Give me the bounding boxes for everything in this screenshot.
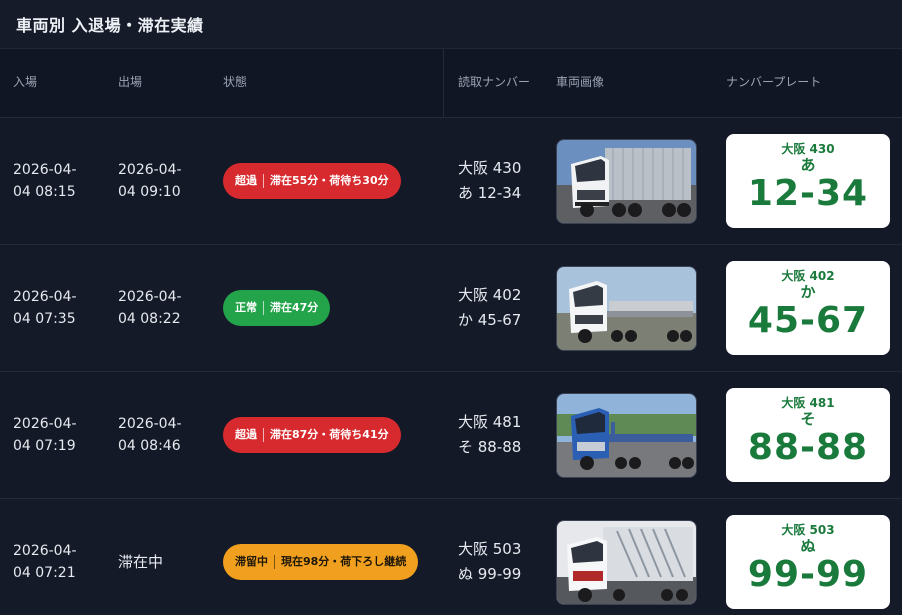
truck-photo: [557, 521, 696, 604]
entry-date-text: 2026-04-: [13, 542, 77, 559]
table-row[interactable]: 2026-04- 04 07:21 滞在中 滞留中 現在98分・荷下ろし継続 大阪 …: [0, 499, 902, 615]
read-number: 大阪 430 あ 12-34: [458, 118, 521, 244]
read-number-line2: そ 88-88: [458, 438, 522, 456]
plate-number: 12-34: [747, 173, 869, 214]
table-row[interactable]: 2026-04- 04 08:15 2026-04- 04 09:10 超過 滞在55…: [0, 118, 902, 245]
plate-kana: そ: [800, 410, 816, 428]
status-cell: 超過 滞在87分・荷待ち41分: [223, 372, 401, 498]
entry-time-text: 04 07:19: [13, 438, 76, 454]
status-cell: 滞留中 現在98分・荷下ろし継続: [223, 499, 419, 615]
table-header: 入場 出場 状態 読取ナンバー 車両画像 ナンバープレート: [0, 49, 902, 118]
status-badge: 正常 滞在47分: [223, 290, 331, 326]
status-detail: 滞在87分・荷待ち41分: [270, 428, 389, 442]
vehicle-image[interactable]: [556, 520, 697, 605]
status-detail: 滞在47分: [270, 301, 319, 315]
read-number-line2: か 45-67: [458, 311, 522, 329]
status-badge: 滞留中 現在98分・荷下ろし継続: [223, 544, 419, 580]
plate-number: 45-67: [747, 300, 869, 341]
status-detail: 滞在55分・荷待ち30分: [270, 174, 389, 188]
entry-time: 2026-04- 04 07:35: [13, 245, 93, 371]
column-header-number-plate[interactable]: ナンバープレート: [726, 49, 821, 117]
vehicle-image[interactable]: [556, 139, 697, 224]
status-kind: 正常: [235, 301, 257, 315]
entry-time-text: 04 07:21: [13, 565, 76, 581]
number-plate: 大阪 402 か 45-67: [726, 261, 890, 355]
plate-kana: ぬ: [800, 537, 816, 555]
exit-time: 2026-04- 04 08:22: [118, 245, 198, 371]
exit-time: 2026-04- 04 09:10: [118, 118, 198, 244]
entry-time: 2026-04- 04 07:19: [13, 372, 93, 498]
table-row[interactable]: 2026-04- 04 07:35 2026-04- 04 08:22 正常 滞在47…: [0, 245, 902, 372]
truck-photo: [557, 140, 696, 223]
badge-divider: [263, 428, 264, 442]
truck-photo: [557, 267, 696, 350]
number-plate: 大阪 481 そ 88-88: [726, 388, 890, 482]
column-header-entry[interactable]: 入場: [13, 49, 37, 117]
status-cell: 正常 滞在47分: [223, 245, 331, 371]
plate-kana: あ: [800, 156, 816, 174]
read-number: 大阪 402 か 45-67: [458, 245, 521, 371]
badge-divider: [263, 301, 264, 315]
badge-divider: [274, 555, 275, 569]
vehicle-image[interactable]: [556, 266, 697, 351]
column-header-vehicle-image[interactable]: 車両画像: [556, 49, 604, 117]
status-badge: 超過 滞在87分・荷待ち41分: [223, 417, 401, 453]
table-row[interactable]: 2026-04- 04 07:19 2026-04- 04 08:46 超過 滞在87…: [0, 372, 902, 499]
plate-region: 大阪 481: [781, 396, 835, 410]
entry-time: 2026-04- 04 07:21: [13, 499, 93, 615]
exit-time: 2026-04- 04 08:46: [118, 372, 198, 498]
entry-date-text: 2026-04-: [13, 415, 77, 432]
exit-date-text: 2026-04-: [118, 161, 182, 178]
plate-region: 大阪 503: [781, 523, 835, 537]
vehicle-image[interactable]: [556, 393, 697, 478]
badge-divider: [263, 174, 264, 188]
plate-region: 大阪 402: [781, 269, 835, 283]
table-body: 2026-04- 04 08:15 2026-04- 04 09:10 超過 滞在55…: [0, 118, 902, 615]
read-number-line1: 大阪 402: [458, 286, 522, 305]
plate-kana: か: [800, 283, 816, 301]
status-badge: 超過 滞在55分・荷待ち30分: [223, 163, 401, 199]
panel-title: 車両別 入退場・滞在実績: [16, 16, 204, 35]
read-number: 大阪 503 ぬ 99-99: [458, 499, 521, 615]
column-header-read-number[interactable]: 読取ナンバー: [443, 49, 542, 117]
exit-time-text: 04 09:10: [118, 184, 181, 200]
number-plate: 大阪 503 ぬ 99-99: [726, 515, 890, 609]
column-header-status[interactable]: 状態: [223, 49, 247, 117]
read-number-line1: 大阪 481: [458, 413, 522, 432]
status-kind: 滞留中: [235, 555, 268, 569]
read-number: 大阪 481 そ 88-88: [458, 372, 521, 498]
exit-time-text: 04 08:22: [118, 311, 181, 327]
status-kind: 超過: [235, 428, 257, 442]
exit-time-text: 04 08:46: [118, 438, 181, 454]
status-kind: 超過: [235, 174, 257, 188]
plate-number: 99-99: [747, 554, 869, 595]
plate-region: 大阪 430: [781, 142, 835, 156]
number-plate: 大阪 430 あ 12-34: [726, 134, 890, 228]
truck-photo: [557, 394, 696, 477]
plate-number: 88-88: [747, 427, 869, 468]
exit-date-text: 2026-04-: [118, 288, 182, 305]
column-header-exit[interactable]: 出場: [118, 49, 142, 117]
read-number-line2: あ 12-34: [458, 184, 522, 202]
exit-status: 滞在中: [118, 553, 164, 571]
status-cell: 超過 滞在55分・荷待ち30分: [223, 118, 401, 244]
entry-date-text: 2026-04-: [13, 161, 77, 178]
read-number-line1: 大阪 430: [458, 159, 522, 178]
stay-results-panel: 車両別 入退場・滞在実績 入場 出場 状態 読取ナンバー 車両画像 ナンバープレ…: [0, 0, 902, 615]
panel-header: 車両別 入退場・滞在実績: [0, 0, 902, 49]
entry-time: 2026-04- 04 08:15: [13, 118, 93, 244]
entry-time-text: 04 07:35: [13, 311, 76, 327]
read-number-line2: ぬ 99-99: [458, 565, 522, 583]
exit-date-text: 2026-04-: [118, 415, 182, 432]
read-number-line1: 大阪 503: [458, 540, 522, 559]
entry-time-text: 04 08:15: [13, 184, 76, 200]
entry-date-text: 2026-04-: [13, 288, 77, 305]
status-detail: 現在98分・荷下ろし継続: [281, 555, 407, 569]
